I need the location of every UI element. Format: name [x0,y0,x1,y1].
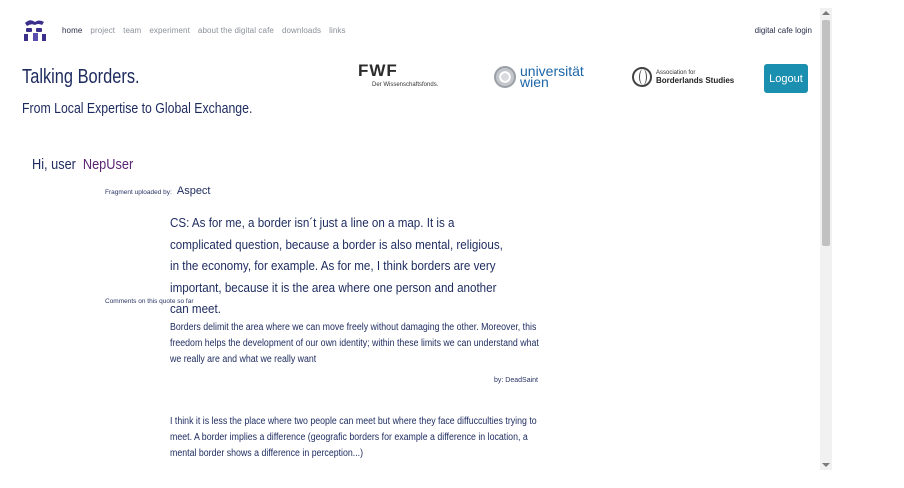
scroll-down-icon[interactable] [822,463,830,467]
site-logo-icon[interactable] [22,17,48,43]
username: NepUser [82,156,134,173]
fragment-quote: CS: As for me, a border isn´t just a lin… [170,215,503,316]
scroll-up-icon[interactable] [822,11,830,15]
fragment-uploaded-label: Fragment uploaded by: [105,189,172,196]
greeting-prefix: Hi, user [32,156,76,173]
fragment-author: Aspect [176,185,211,197]
university-name: universität wien [520,64,584,89]
globe-icon [632,67,652,87]
fwf-logo[interactable]: FWF Der Wissenschaftsfonds. [358,62,438,92]
abs-logo[interactable]: Association for Borderlands Studies [632,62,734,92]
login-link[interactable]: digital cafe login [755,26,812,35]
abs-name: Borderlands Studies [656,75,735,85]
page: home project team experiment about the d… [0,0,820,488]
logout-button[interactable]: Logout [764,64,808,93]
nav-item-about[interactable]: about the digital cafe [198,26,274,35]
main-nav: home project team experiment about the d… [62,26,346,35]
page-subtitle: From Local Expertise to Global Exchange. [22,100,253,117]
comment-byline: by: DeadSaint [494,377,538,384]
fragment-meta: Fragment uploaded by: Aspect [105,185,211,197]
fwf-subtitle: Der Wissenschaftsfonds. [372,82,439,88]
university-seal-icon [494,66,516,88]
scrollbar-thumb[interactable] [822,20,830,246]
comment-item: I think it is less the place where two p… [170,416,537,459]
greeting: Hi, user NepUser [32,156,133,173]
vertical-scrollbar[interactable] [820,8,832,470]
comments-label: Comments on this quote so far [105,298,194,305]
comment-item: Borders delimit the area where we can mo… [170,322,539,365]
nav-item-home[interactable]: home [62,26,82,35]
abs-text: Association for Borderlands Studies [656,69,734,86]
university-vienna-logo[interactable]: universität wien [494,62,584,92]
page-title: Talking Borders. [22,66,140,88]
nav-item-experiment[interactable]: experiment [149,26,190,35]
nav-item-team[interactable]: team [123,26,141,35]
nav-item-links[interactable]: links [329,26,346,35]
fwf-mark: FWF [358,61,398,80]
nav-item-project[interactable]: project [90,26,115,35]
nav-item-downloads[interactable]: downloads [282,26,321,35]
